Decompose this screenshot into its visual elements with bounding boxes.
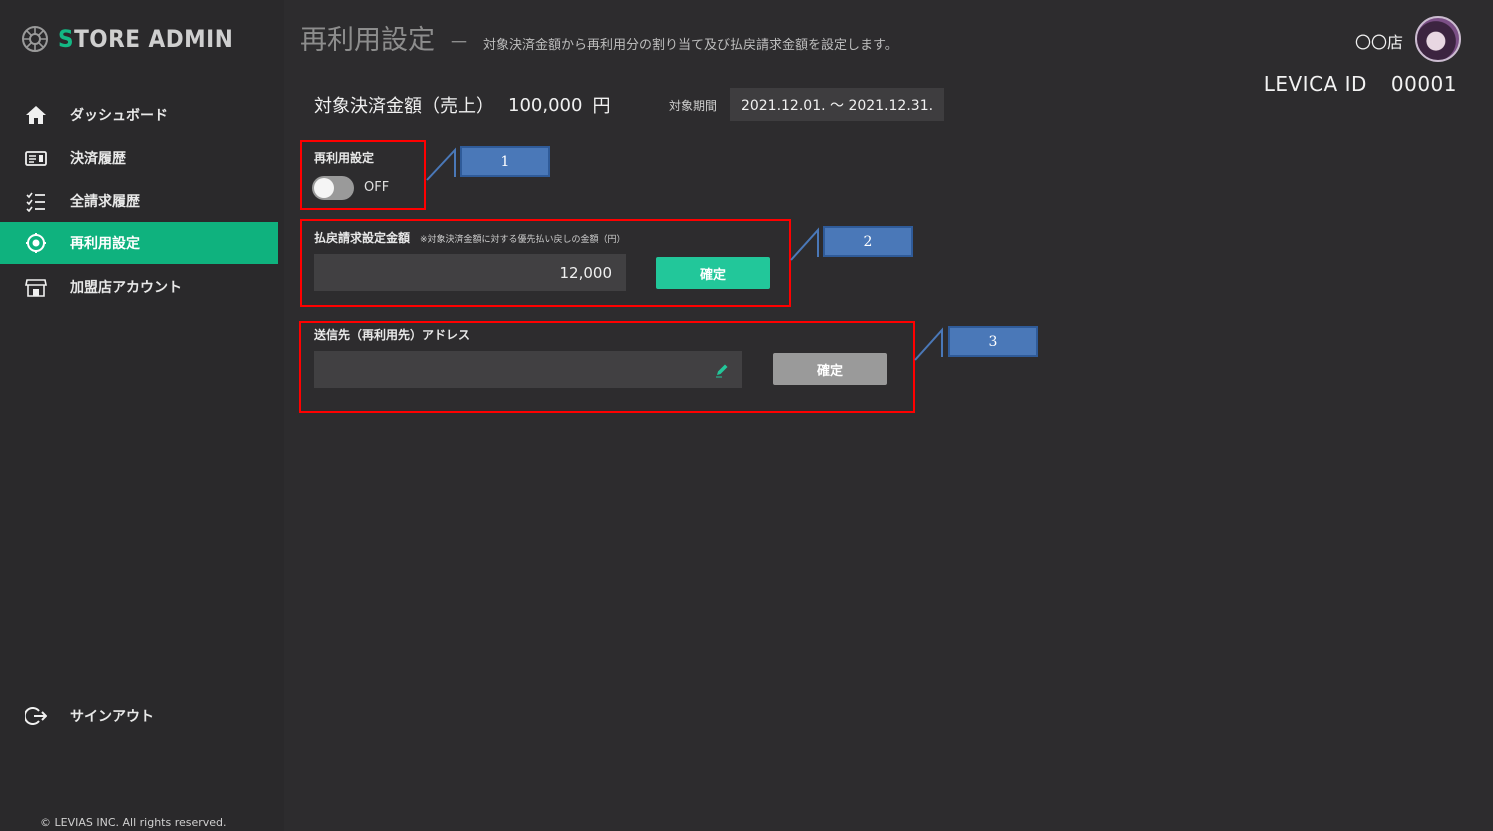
signout-button[interactable]: サインアウト (0, 695, 278, 737)
target-amount-unit: 円 (592, 96, 611, 117)
highlight-box-2 (300, 219, 791, 307)
store-icon (22, 276, 50, 298)
copyright: © LEVIAS INC. All rights reserved. (40, 816, 227, 829)
avatar[interactable] (1415, 16, 1461, 62)
sidebar-item-label: 加盟店アカウント (70, 280, 182, 296)
checklist-icon (22, 190, 50, 212)
signout-label: サインアウト (70, 709, 154, 725)
sidebar-item-label: ダッシュボード (70, 108, 168, 124)
highlight-box-3 (299, 321, 915, 413)
store-name: 〇〇店 (1355, 33, 1404, 52)
app-logo[interactable]: STORE ADMIN (20, 24, 233, 54)
sidebar-item-label: 再利用設定 (70, 236, 140, 252)
logo-icon (22, 26, 48, 52)
callout-3: 3 (948, 326, 1038, 357)
target-amount-label: 対象決済金額（売上） (314, 96, 494, 117)
target-amount-value: 100,000 (508, 94, 583, 116)
recycle-target-icon (22, 232, 50, 254)
page-header: 再利用設定 － 対象決済金額から再利用分の割り当て及び払戻請求金額を設定します。 (300, 18, 898, 57)
sidebar: STORE ADMIN ダッシュボード 決済履歴 全請求履歴 再利用設定 加盟店… (0, 0, 284, 831)
signout-icon (22, 705, 50, 727)
logo-text: STORE ADMIN (58, 25, 234, 53)
sidebar-item-label: 決済履歴 (70, 151, 126, 167)
period-value: 2021.12.01. ～ 2021.12.31. (730, 88, 944, 121)
callout-1: 1 (460, 146, 550, 177)
sidebar-item-merchant-account[interactable]: 加盟店アカウント (0, 266, 278, 308)
levica-id-label: LEVICA ID (1263, 72, 1367, 96)
highlight-box-1 (300, 140, 426, 210)
callout-2: 2 (823, 226, 913, 257)
sidebar-item-payment-history[interactable]: 決済履歴 (0, 137, 278, 179)
receipt-icon (22, 147, 50, 169)
sidebar-item-dashboard[interactable]: ダッシュボード (0, 94, 278, 136)
home-icon (22, 104, 50, 126)
levica-id-value: 00001 (1390, 72, 1457, 96)
sidebar-item-billing-history[interactable]: 全請求履歴 (0, 180, 278, 222)
levica-id: LEVICA ID 00001 (1264, 72, 1457, 96)
period-label: 対象期間 (669, 99, 718, 113)
target-amount: 対象決済金額（売上） 100,000 円 (314, 92, 610, 118)
title-separator: － (449, 30, 469, 54)
page-description: 対象決済金額から再利用分の割り当て及び払戻請求金額を設定します。 (483, 38, 898, 53)
page-title: 再利用設定 (300, 25, 435, 56)
sidebar-item-label: 全請求履歴 (70, 194, 140, 210)
sidebar-item-reuse-settings[interactable]: 再利用設定 (0, 222, 278, 264)
